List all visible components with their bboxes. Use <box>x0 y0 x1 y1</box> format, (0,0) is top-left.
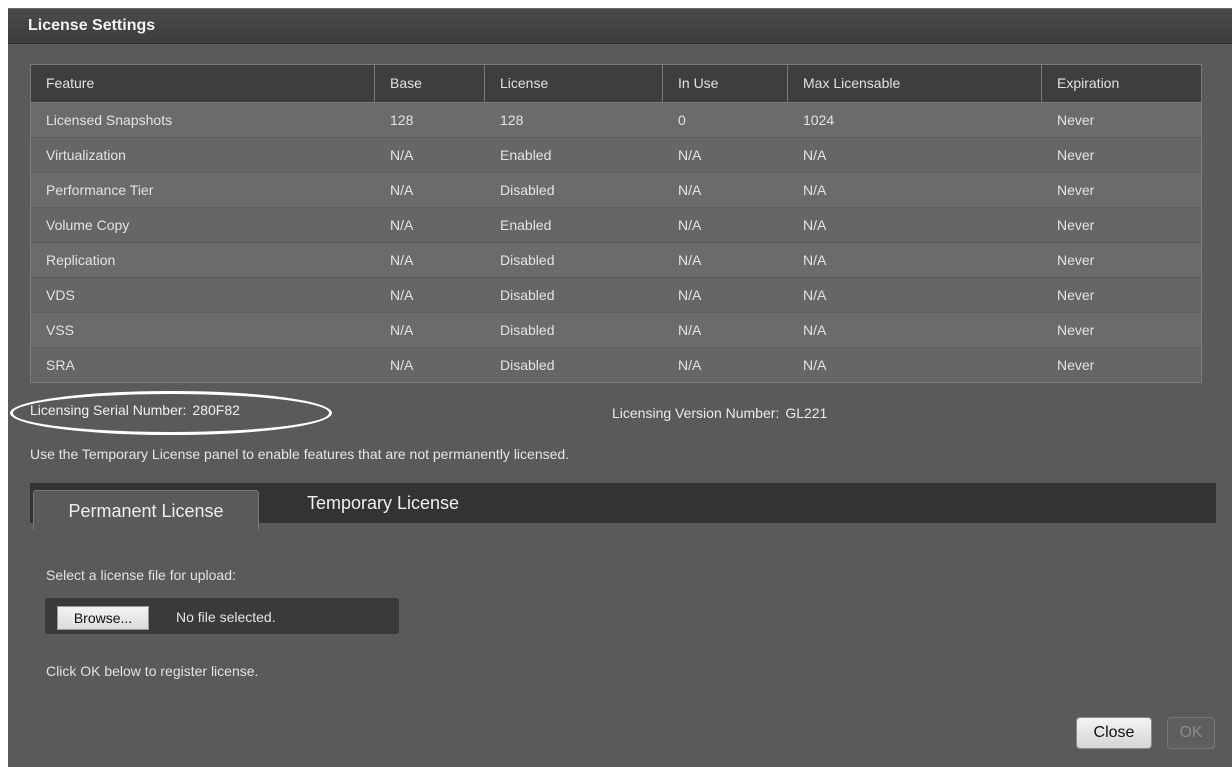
in-use-cell: N/A <box>678 357 702 373</box>
browse-button[interactable]: Browse... <box>57 606 149 630</box>
column-header-max-licensable[interactable]: Max Licensable <box>788 65 1042 102</box>
license-settings-dialog: License Settings Feature Base License In… <box>8 8 1232 767</box>
license-file-input[interactable]: Browse... No file selected. <box>45 598 399 634</box>
expiration-cell: Never <box>1057 182 1095 198</box>
max-licensable-cell: N/A <box>803 147 827 163</box>
column-header-in-use[interactable]: In Use <box>663 65 788 102</box>
expiration-cell: Never <box>1057 287 1095 303</box>
expiration-cell: Never <box>1057 357 1095 373</box>
in-use-cell: N/A <box>678 322 702 338</box>
max-licensable-cell: N/A <box>803 252 827 268</box>
feature-cell: VDS <box>46 287 75 303</box>
dialog-title: License Settings <box>28 17 156 34</box>
base-cell: N/A <box>390 147 414 163</box>
max-licensable-cell: N/A <box>803 322 827 338</box>
table-row[interactable]: Volume Copy N/A Enabled N/A N/A Never <box>31 208 1201 243</box>
base-cell: N/A <box>390 357 414 373</box>
table-row[interactable]: Licensed Snapshots 128 128 0 1024 Never <box>31 103 1201 138</box>
license-cell: Enabled <box>500 147 552 163</box>
base-cell: 128 <box>390 112 414 128</box>
expiration-cell: Never <box>1057 217 1095 233</box>
expiration-cell: Never <box>1057 252 1095 268</box>
base-cell: N/A <box>390 182 414 198</box>
table-row[interactable]: Replication N/A Disabled N/A N/A Never <box>31 243 1201 278</box>
table-row[interactable]: Performance Tier N/A Disabled N/A N/A Ne… <box>31 173 1201 208</box>
license-tabbar: Permanent License Temporary License <box>30 483 1216 530</box>
base-cell: N/A <box>390 252 414 268</box>
feature-cell: Performance Tier <box>46 182 154 198</box>
max-licensable-cell: N/A <box>803 217 827 233</box>
license-table: Feature Base License In Use Max Licensab… <box>30 64 1202 383</box>
base-cell: N/A <box>390 217 414 233</box>
close-button[interactable]: Close <box>1076 717 1152 749</box>
expiration-cell: Never <box>1057 147 1095 163</box>
feature-cell: Volume Copy <box>46 217 130 233</box>
register-hint: Click OK below to register license. <box>46 663 259 679</box>
in-use-cell: N/A <box>678 252 702 268</box>
in-use-cell: 0 <box>678 112 686 128</box>
feature-cell: Virtualization <box>46 147 126 163</box>
file-status-text: No file selected. <box>176 609 276 625</box>
max-licensable-cell: N/A <box>803 357 827 373</box>
feature-cell: VSS <box>46 322 75 338</box>
max-licensable-cell: N/A <box>803 182 827 198</box>
column-header-base[interactable]: Base <box>375 65 485 102</box>
license-cell: Disabled <box>500 252 555 268</box>
tab-temporary-license[interactable]: Temporary License <box>278 483 488 523</box>
ok-button[interactable]: OK <box>1167 717 1215 749</box>
column-header-license[interactable]: License <box>485 65 663 102</box>
license-cell: Disabled <box>500 287 555 303</box>
in-use-cell: N/A <box>678 217 702 233</box>
feature-cell: Licensed Snapshots <box>46 112 173 128</box>
table-row[interactable]: VSS N/A Disabled N/A N/A Never <box>31 313 1201 348</box>
dialog-titlebar: License Settings <box>8 9 1232 44</box>
license-cell: Disabled <box>500 322 555 338</box>
serial-number: Licensing Serial Number: 280F82 <box>30 402 240 418</box>
base-cell: N/A <box>390 322 414 338</box>
column-header-feature[interactable]: Feature <box>31 65 375 102</box>
upload-label: Select a license file for upload: <box>46 567 236 583</box>
expiration-cell: Never <box>1057 112 1095 128</box>
temporary-license-hint: Use the Temporary License panel to enabl… <box>30 446 570 462</box>
feature-cell: SRA <box>46 357 75 373</box>
tab-permanent-license[interactable]: Permanent License <box>33 490 259 530</box>
in-use-cell: N/A <box>678 287 702 303</box>
license-cell: 128 <box>500 112 524 128</box>
version-number-value: GL221 <box>785 405 828 421</box>
base-cell: N/A <box>390 287 414 303</box>
table-row[interactable]: Virtualization N/A Enabled N/A N/A Never <box>31 138 1201 173</box>
table-row[interactable]: VDS N/A Disabled N/A N/A Never <box>31 278 1201 313</box>
feature-cell: Replication <box>46 252 116 268</box>
column-header-expiration[interactable]: Expiration <box>1042 65 1201 102</box>
max-licensable-cell: N/A <box>803 287 827 303</box>
license-cell: Disabled <box>500 357 555 373</box>
expiration-cell: Never <box>1057 322 1095 338</box>
license-cell: Enabled <box>500 217 552 233</box>
license-table-body: Licensed Snapshots 128 128 0 1024 Never … <box>31 103 1201 382</box>
license-cell: Disabled <box>500 182 555 198</box>
version-number-label: Licensing Version Number: <box>612 405 780 421</box>
version-number: Licensing Version Number: GL221 <box>612 405 827 421</box>
in-use-cell: N/A <box>678 147 702 163</box>
table-row[interactable]: SRA N/A Disabled N/A N/A Never <box>31 348 1201 382</box>
max-licensable-cell: 1024 <box>803 112 835 128</box>
license-table-header: Feature Base License In Use Max Licensab… <box>31 65 1201 103</box>
in-use-cell: N/A <box>678 182 702 198</box>
serial-number-value: 280F82 <box>192 402 240 418</box>
serial-number-label: Licensing Serial Number: <box>30 402 187 418</box>
